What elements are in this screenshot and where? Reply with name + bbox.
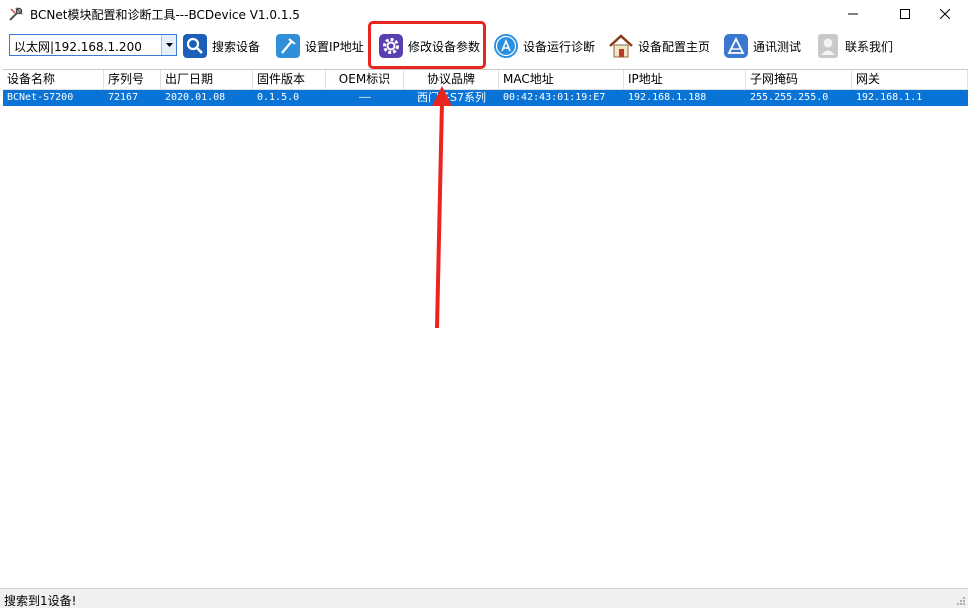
column-header[interactable]: 子网掩码: [746, 70, 852, 89]
contact-us-button[interactable]: 联系我们: [815, 31, 893, 61]
search-icon: [183, 34, 207, 58]
window-title: BCNet模块配置和诊断工具---BCDevice V1.0.1.5: [30, 8, 300, 22]
minimize-icon: [848, 13, 858, 15]
close-icon: [940, 9, 950, 19]
home-icon: [609, 34, 633, 58]
table-cell: 192.168.1.1: [856, 92, 923, 103]
wand-icon: [276, 34, 300, 58]
search-devices-button[interactable]: 搜索设备: [182, 31, 260, 61]
table-cell: 72167: [108, 92, 139, 103]
set-ip-label: 设置IP地址: [305, 39, 364, 54]
comm-test-button[interactable]: 通讯测试: [723, 31, 801, 61]
table-cell: 0.1.5.0: [257, 92, 300, 103]
highlight-box: [368, 21, 486, 69]
device-table[interactable]: 设备名称 序列号 出厂日期 固件版本 OEM标识 协议品牌 MAC地址 IP地址…: [3, 69, 968, 586]
table-cell: ——: [358, 92, 372, 103]
table-cell: 00:42:43:01:19:E7: [503, 92, 606, 103]
table-header: 设备名称 序列号 出厂日期 固件版本 OEM标识 协议品牌 MAC地址 IP地址…: [3, 70, 968, 90]
minimize-button[interactable]: [830, 0, 876, 28]
maximize-icon: [900, 9, 910, 19]
resize-grip-icon[interactable]: [956, 596, 966, 606]
contact-icon: [818, 34, 838, 58]
column-header[interactable]: MAC地址: [499, 70, 624, 89]
status-text: 搜索到1设备!: [4, 594, 77, 608]
column-header[interactable]: 协议品牌: [404, 70, 499, 89]
table-cell: 192.168.1.188: [628, 92, 707, 103]
table-row[interactable]: BCNet-S7200 72167 2020.01.08 0.1.5.0 —— …: [3, 90, 968, 106]
column-header[interactable]: 固件版本: [253, 70, 326, 89]
table-cell: BCNet-S7200: [7, 92, 74, 103]
dropdown-arrow-icon[interactable]: [161, 35, 176, 55]
column-header[interactable]: 出厂日期: [161, 70, 253, 89]
app-tools-icon: [9, 7, 23, 21]
contact-us-label: 联系我们: [845, 39, 894, 54]
close-button[interactable]: [922, 0, 968, 28]
column-header[interactable]: IP地址: [624, 70, 746, 89]
table-cell: 2020.01.08: [165, 92, 226, 103]
connection-combobox-value: 以太网|192.168.1.200: [14, 40, 142, 54]
column-header[interactable]: 网关: [852, 70, 968, 89]
table-cell: 西门子S7系列: [417, 91, 486, 104]
triangle-tool-icon: [724, 34, 748, 58]
column-header[interactable]: OEM标识: [326, 70, 404, 89]
config-home-label: 设备配置主页: [638, 39, 711, 54]
column-header[interactable]: 序列号: [104, 70, 161, 89]
app-store-icon: [494, 34, 518, 58]
table-cell: 255.255.255.0: [750, 92, 829, 103]
diagnostics-button[interactable]: 设备运行诊断: [493, 31, 595, 61]
status-bar: 搜索到1设备!: [0, 588, 968, 608]
column-header[interactable]: 设备名称: [3, 70, 104, 89]
set-ip-button[interactable]: 设置IP地址: [275, 31, 364, 61]
diagnostics-label: 设备运行诊断: [523, 39, 596, 54]
connection-combobox[interactable]: 以太网|192.168.1.200: [9, 34, 177, 56]
comm-test-label: 通讯测试: [753, 39, 802, 54]
search-devices-label: 搜索设备: [212, 39, 261, 54]
config-home-button[interactable]: 设备配置主页: [608, 31, 710, 61]
